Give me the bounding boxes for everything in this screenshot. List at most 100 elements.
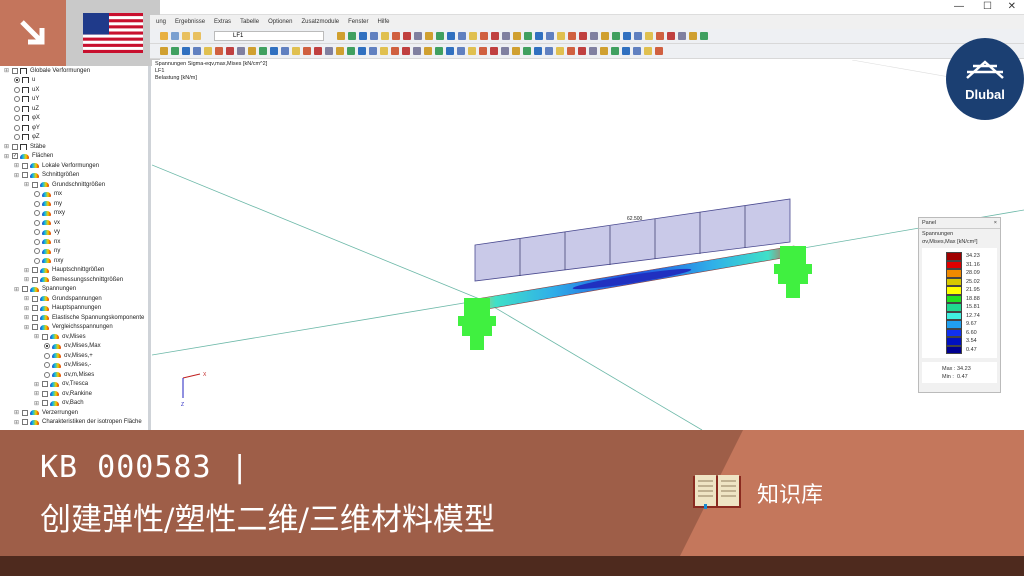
- toolbar-icon[interactable]: [314, 47, 322, 55]
- menu-item[interactable]: Zusatzmodule: [301, 19, 339, 25]
- tree-item[interactable]: ⊞ Hauptschnittgrößen: [0, 266, 148, 276]
- toolbar-icon[interactable]: [457, 47, 465, 55]
- toolbar-icon[interactable]: [589, 47, 597, 55]
- expand-icon[interactable]: ⊞: [14, 419, 20, 426]
- minimize-button[interactable]: —: [954, 1, 964, 12]
- tree-item[interactable]: ⊞ Vergleichsspannungen: [0, 323, 148, 333]
- checkbox[interactable]: [22, 172, 28, 179]
- tree-item[interactable]: ⊞ Grundschnittgrößen: [0, 180, 148, 190]
- checkbox[interactable]: [42, 390, 48, 397]
- toolbar-icon[interactable]: [359, 32, 367, 40]
- tree-item[interactable]: ⊞ σv,Tresca: [0, 380, 148, 390]
- 3d-viewport[interactable]: Spannungen Sigma-eqv,max,Mises [kN/cm^2]…: [152, 60, 1024, 430]
- toolbar-icon[interactable]: [215, 47, 223, 55]
- toolbar-icon[interactable]: [689, 32, 697, 40]
- expand-icon[interactable]: ⊞: [24, 324, 30, 331]
- radio-button[interactable]: [44, 371, 50, 378]
- toolbar-icon[interactable]: [645, 32, 653, 40]
- tree-item[interactable]: ⊞ Elastische Spannungskomponente: [0, 313, 148, 323]
- expand-icon[interactable]: ⊞: [14, 162, 20, 169]
- expand-icon[interactable]: ⊞: [34, 400, 40, 407]
- checkbox[interactable]: [32, 324, 38, 331]
- tree-item[interactable]: σv,Mises,-: [0, 361, 148, 371]
- expand-icon[interactable]: ⊞: [24, 314, 30, 321]
- tree-item[interactable]: ⊞ Stäbe: [0, 142, 148, 152]
- toolbar-icon[interactable]: [347, 47, 355, 55]
- radio-button[interactable]: [14, 134, 20, 141]
- toolbar-icon[interactable]: [171, 47, 179, 55]
- toolbar-icon[interactable]: [633, 47, 641, 55]
- checkbox[interactable]: ✓: [12, 153, 18, 160]
- loadcase-select[interactable]: LF1: [214, 31, 324, 41]
- toolbar-icon[interactable]: [281, 47, 289, 55]
- checkbox[interactable]: [32, 295, 38, 302]
- language-flag-us[interactable]: [66, 0, 160, 66]
- expand-icon[interactable]: ⊞: [24, 181, 30, 188]
- toolbar-icon[interactable]: [414, 32, 422, 40]
- radio-button[interactable]: [14, 115, 20, 122]
- toolbar-icon[interactable]: [292, 47, 300, 55]
- tree-item[interactable]: ⊞ Spannungen: [0, 285, 148, 295]
- toolbar-icon[interactable]: [193, 32, 201, 40]
- tree-item[interactable]: ⊞ Globale Verformungen: [0, 66, 148, 76]
- toolbar-icon[interactable]: [182, 47, 190, 55]
- tree-item[interactable]: vx: [0, 218, 148, 228]
- toolbar-icon[interactable]: [578, 47, 586, 55]
- toolbar-icon[interactable]: [491, 32, 499, 40]
- tree-item[interactable]: σv,Mises,Max: [0, 342, 148, 352]
- toolbar-icon[interactable]: [700, 32, 708, 40]
- tree-item[interactable]: ⊞ Schnittgrößen: [0, 171, 148, 181]
- radio-button[interactable]: [34, 229, 40, 236]
- toolbar-icon[interactable]: [656, 32, 664, 40]
- toolbar-icon[interactable]: [358, 47, 366, 55]
- menu-item[interactable]: Optionen: [268, 19, 292, 25]
- expand-icon[interactable]: ⊞: [34, 381, 40, 388]
- tree-item[interactable]: nx: [0, 237, 148, 247]
- expand-icon[interactable]: ⊞: [4, 67, 10, 74]
- tree-item[interactable]: σv,Mises,+: [0, 351, 148, 361]
- radio-button[interactable]: [34, 200, 40, 207]
- tree-item[interactable]: my: [0, 199, 148, 209]
- toolbar-icon[interactable]: [512, 47, 520, 55]
- tree-item[interactable]: ⊞ ✓ Flächen: [0, 152, 148, 162]
- toolbar-icon[interactable]: [160, 32, 168, 40]
- close-button[interactable]: ✕: [1008, 1, 1016, 12]
- toolbar-icon[interactable]: [479, 47, 487, 55]
- toolbar-icon[interactable]: [447, 32, 455, 40]
- expand-icon[interactable]: ⊞: [14, 409, 20, 416]
- toolbar-icon[interactable]: [590, 32, 598, 40]
- radio-button[interactable]: [44, 362, 50, 369]
- toolbar-icon[interactable]: [612, 32, 620, 40]
- tree-item[interactable]: ⊞ Grundspannungen: [0, 294, 148, 304]
- toolbar-icon[interactable]: [523, 47, 531, 55]
- toolbar-icon[interactable]: [667, 32, 675, 40]
- toolbar-icon[interactable]: [413, 47, 421, 55]
- toolbar-icon[interactable]: [336, 47, 344, 55]
- tree-item[interactable]: mx: [0, 190, 148, 200]
- tree-item[interactable]: mxy: [0, 209, 148, 219]
- toolbar-icon[interactable]: [270, 47, 278, 55]
- toolbar-icon[interactable]: [348, 32, 356, 40]
- checkbox[interactable]: [22, 162, 28, 169]
- radio-button[interactable]: [14, 77, 20, 84]
- checkbox[interactable]: [32, 276, 38, 283]
- toolbar-icon[interactable]: [424, 47, 432, 55]
- toolbar-icon[interactable]: [226, 47, 234, 55]
- toolbar-icon[interactable]: [182, 32, 190, 40]
- menu-item[interactable]: Tabelle: [240, 19, 259, 25]
- expand-icon[interactable]: ⊞: [34, 333, 40, 340]
- tree-item[interactable]: φZ: [0, 133, 148, 143]
- checkbox[interactable]: [32, 305, 38, 312]
- tree-item[interactable]: φY: [0, 123, 148, 133]
- tree-item[interactable]: ⊞ σv,Rankine: [0, 389, 148, 399]
- radio-button[interactable]: [34, 238, 40, 245]
- toolbar-icon[interactable]: [545, 47, 553, 55]
- radio-button[interactable]: [14, 105, 20, 112]
- toolbar-icon[interactable]: [611, 47, 619, 55]
- maximize-button[interactable]: ☐: [983, 1, 992, 12]
- toolbar-icon[interactable]: [391, 47, 399, 55]
- tree-item[interactable]: vy: [0, 228, 148, 238]
- radio-button[interactable]: [34, 257, 40, 264]
- toolbar-icon[interactable]: [193, 47, 201, 55]
- tree-item[interactable]: ⊞ Hauptspannungen: [0, 304, 148, 314]
